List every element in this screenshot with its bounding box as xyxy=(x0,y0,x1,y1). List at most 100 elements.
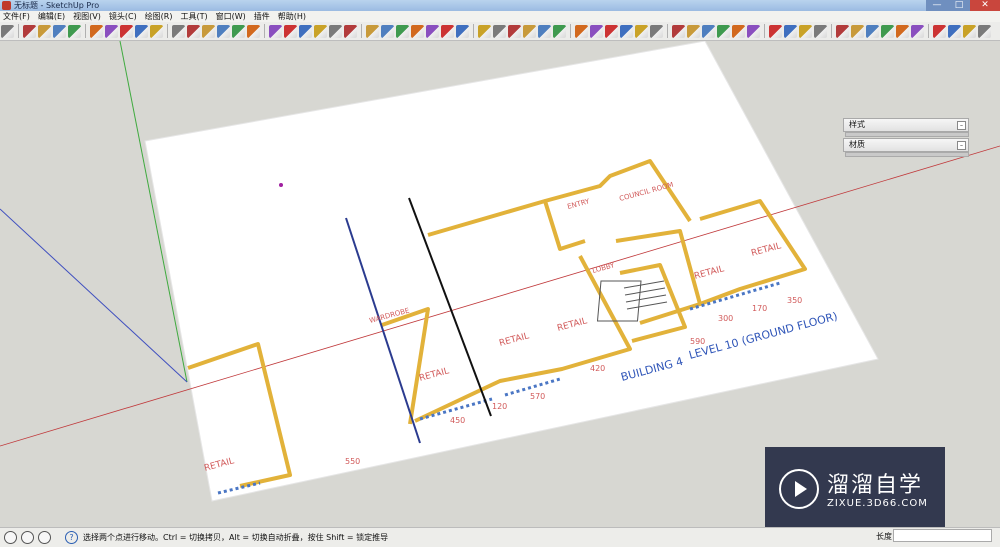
move-icon[interactable] xyxy=(172,24,185,38)
left-view-icon[interactable] xyxy=(456,24,469,38)
materials-panel-title: 材质 xyxy=(849,140,865,149)
fog-icon[interactable] xyxy=(948,24,961,38)
arc-icon[interactable] xyxy=(68,24,81,38)
solid-intersect-icon[interactable] xyxy=(687,24,700,38)
flip-edge-icon[interactable] xyxy=(635,24,648,38)
menu-draw[interactable]: 绘图(R) xyxy=(145,11,173,22)
solid-union-icon[interactable] xyxy=(672,24,685,38)
geo-location-icon[interactable] xyxy=(4,531,17,544)
wireframe-icon[interactable] xyxy=(493,24,506,38)
menu-view[interactable]: 视图(V) xyxy=(73,11,101,22)
dimension-icon[interactable] xyxy=(836,24,849,38)
toolbar-separator xyxy=(667,24,668,38)
menu-help[interactable]: 帮助(H) xyxy=(278,11,306,22)
extension-warehouse-icon[interactable] xyxy=(814,24,827,38)
iso-view-icon[interactable] xyxy=(381,24,394,38)
zoom-extents-icon[interactable] xyxy=(299,24,312,38)
minimize-button[interactable]: — xyxy=(926,0,948,11)
stamp-icon[interactable] xyxy=(590,24,603,38)
right-view-icon[interactable] xyxy=(426,24,439,38)
materials-panel[interactable]: 材质 – xyxy=(843,138,969,152)
toolbar-separator xyxy=(167,24,168,38)
sketchup-logo-icon xyxy=(2,1,11,10)
measurements-input[interactable] xyxy=(893,529,992,542)
circle-icon[interactable] xyxy=(53,24,66,38)
share-component-icon[interactable] xyxy=(799,24,812,38)
menu-file[interactable]: 文件(F) xyxy=(3,11,30,22)
front-view-icon[interactable] xyxy=(411,24,424,38)
zoom-icon[interactable] xyxy=(284,24,297,38)
styles-panel-title: 样式 xyxy=(849,120,865,129)
layers-icon[interactable] xyxy=(911,24,924,38)
styles-panel[interactable]: 样式 – xyxy=(843,118,969,132)
credits-icon[interactable] xyxy=(21,531,34,544)
add-detail-icon[interactable] xyxy=(620,24,633,38)
close-button[interactable]: ✕ xyxy=(970,0,1000,11)
sandbox-icon[interactable] xyxy=(575,24,588,38)
pan-icon[interactable] xyxy=(269,24,282,38)
back-view-icon[interactable] xyxy=(441,24,454,38)
styles-icon[interactable] xyxy=(978,24,991,38)
maximize-button[interactable]: □ xyxy=(948,0,970,11)
outer-shell-icon[interactable] xyxy=(747,24,760,38)
window-title: 无标题 - SketchUp Pro xyxy=(14,1,100,10)
help-icon[interactable]: ? xyxy=(65,531,78,544)
toolbar-separator xyxy=(264,24,265,38)
3d-text-icon[interactable] xyxy=(896,24,909,38)
toolbar-separator xyxy=(928,24,929,38)
scale-icon[interactable] xyxy=(217,24,230,38)
textured-icon[interactable] xyxy=(538,24,551,38)
top-view-icon[interactable] xyxy=(396,24,409,38)
measurements-label: 长度 xyxy=(876,532,892,541)
materials-panel-body xyxy=(845,152,969,157)
toolbar-separator xyxy=(473,24,474,38)
menu-window[interactable]: 窗口(W) xyxy=(216,11,246,22)
smoove-icon[interactable] xyxy=(650,24,663,38)
look-around-icon[interactable] xyxy=(329,24,342,38)
select-icon[interactable] xyxy=(1,24,14,38)
text-icon[interactable] xyxy=(866,24,879,38)
menu-camera[interactable]: 镜头(C) xyxy=(109,11,137,22)
offset-icon[interactable] xyxy=(232,24,245,38)
tape-measure-icon[interactable] xyxy=(120,24,133,38)
status-bar: ? 选择两个点进行移动。Ctrl = 切换拷贝，Alt = 切换自动折叠，按住 … xyxy=(0,527,1000,547)
share-model-icon[interactable] xyxy=(784,24,797,38)
dim-300: 300 xyxy=(718,314,733,323)
menu-tools[interactable]: 工具(T) xyxy=(181,11,208,22)
solid-trim-icon[interactable] xyxy=(717,24,730,38)
rectangle-icon[interactable] xyxy=(38,24,51,38)
pencil-icon[interactable] xyxy=(23,24,36,38)
orbit-icon[interactable] xyxy=(247,24,260,38)
dim-170: 170 xyxy=(752,304,767,313)
position-camera-icon[interactable] xyxy=(314,24,327,38)
rotate-icon[interactable] xyxy=(187,24,200,38)
get-models-icon[interactable] xyxy=(769,24,782,38)
solid-subtract-icon[interactable] xyxy=(702,24,715,38)
materials-panel-toggle[interactable]: – xyxy=(957,141,966,150)
styles-panel-body xyxy=(845,132,969,137)
menu-plugins[interactable]: 插件 xyxy=(254,11,270,22)
follow-me-icon[interactable] xyxy=(202,24,215,38)
shaded-icon[interactable] xyxy=(523,24,536,38)
protractor-icon[interactable] xyxy=(851,24,864,38)
menu-edit[interactable]: 编辑(E) xyxy=(38,11,65,22)
styles-panel-toggle[interactable]: – xyxy=(957,121,966,130)
make-component-icon[interactable] xyxy=(90,24,103,38)
shadows-icon[interactable] xyxy=(933,24,946,38)
axes-icon[interactable] xyxy=(881,24,894,38)
section-plane-icon[interactable] xyxy=(366,24,379,38)
paint-bucket-icon[interactable] xyxy=(135,24,148,38)
eraser-icon[interactable] xyxy=(105,24,118,38)
match-photo-icon[interactable] xyxy=(963,24,976,38)
dim-350: 350 xyxy=(787,296,802,305)
walk-icon[interactable] xyxy=(344,24,357,38)
dim-570: 570 xyxy=(530,392,545,401)
monochrome-icon[interactable] xyxy=(553,24,566,38)
push-pull-icon[interactable] xyxy=(150,24,163,38)
hidden-line-icon[interactable] xyxy=(508,24,521,38)
user-icon[interactable] xyxy=(38,531,51,544)
blue-axis xyxy=(0,208,188,383)
drape-icon[interactable] xyxy=(605,24,618,38)
solid-split-icon[interactable] xyxy=(732,24,745,38)
xray-icon[interactable] xyxy=(478,24,491,38)
